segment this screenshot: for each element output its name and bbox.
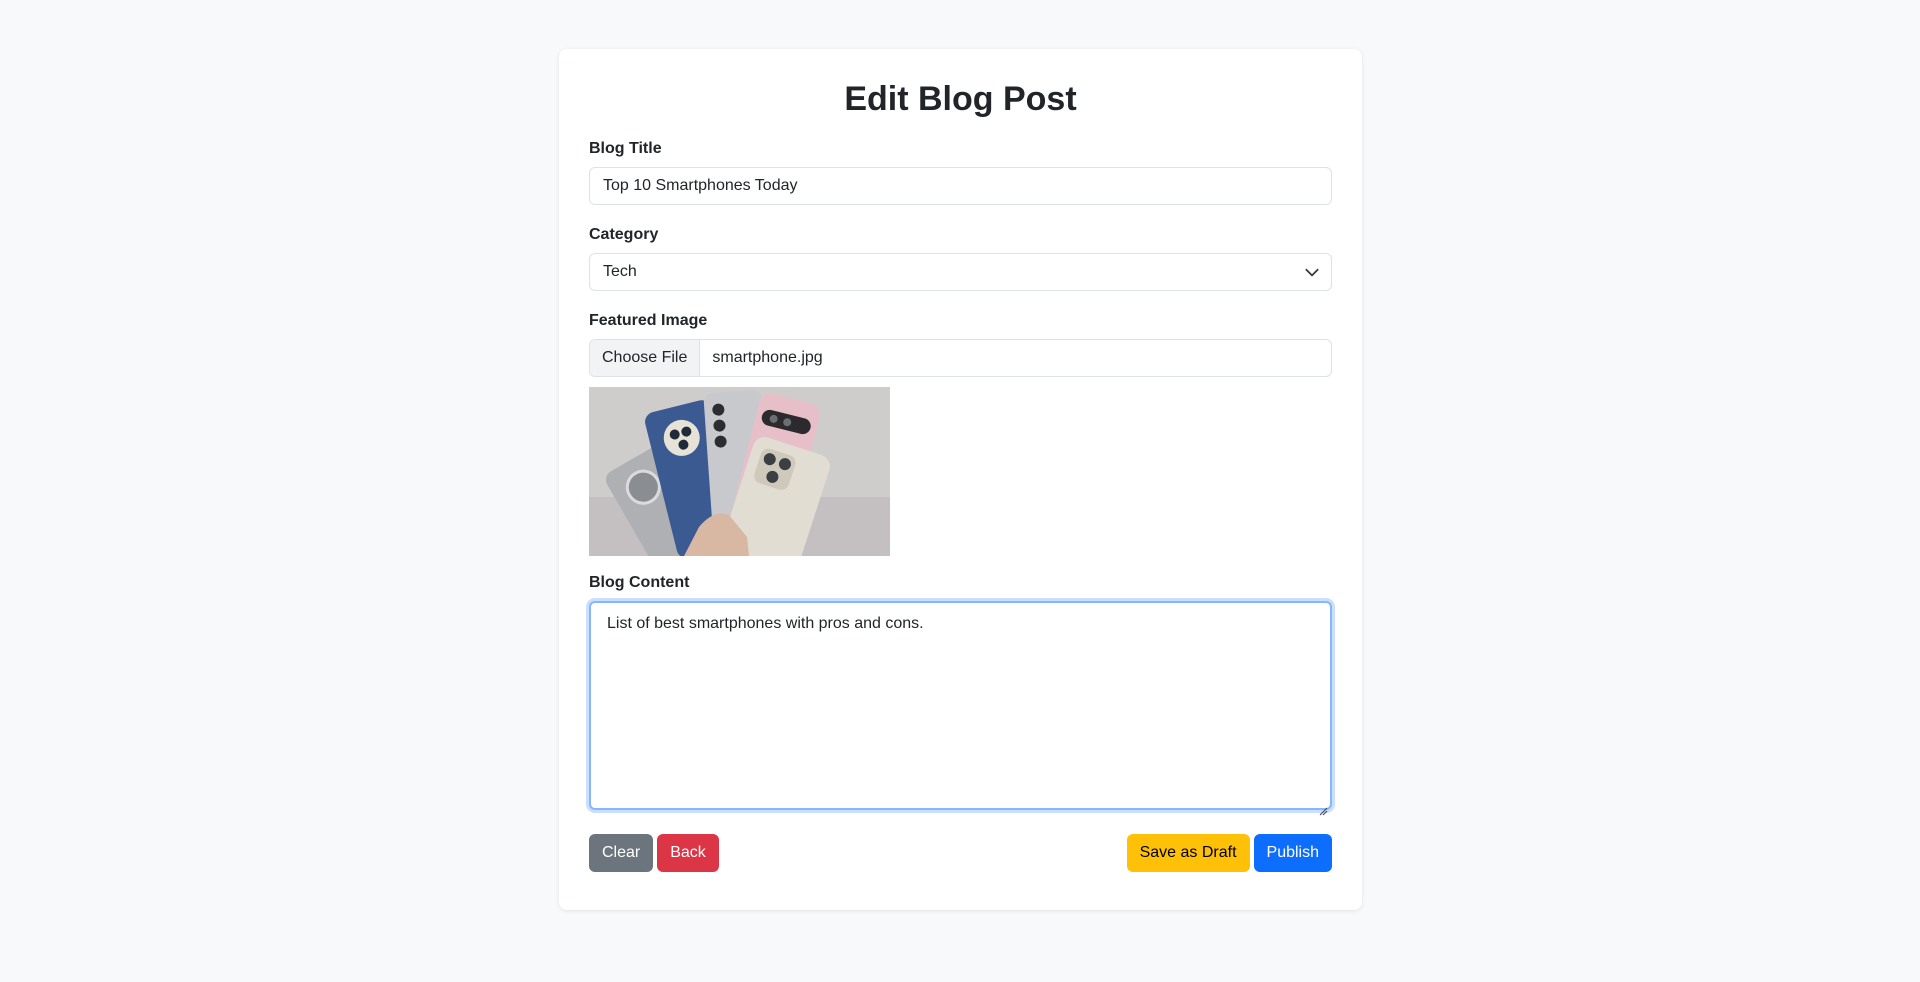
featured-image-label: Featured Image bbox=[589, 312, 708, 329]
resize-handle-icon[interactable] bbox=[1318, 806, 1328, 816]
category-select[interactable]: Tech bbox=[589, 253, 1332, 291]
category-label: Category bbox=[589, 226, 659, 243]
edit-post-card: Edit Blog Post Blog Title Top 10 Smartph… bbox=[559, 49, 1362, 910]
category-group: Category Tech bbox=[589, 223, 1332, 291]
content-group: Blog Content List of best smartphones wi… bbox=[589, 571, 1332, 810]
back-button[interactable]: Back bbox=[657, 834, 719, 872]
featured-image-file-input[interactable]: Choose File smartphone.jpg bbox=[589, 339, 1332, 377]
page-title: Edit Blog Post bbox=[844, 80, 1077, 118]
publish-button[interactable]: Publish bbox=[1253, 834, 1332, 872]
featured-image-preview bbox=[589, 387, 890, 556]
blog-content-textarea[interactable]: List of best smartphones with pros and c… bbox=[589, 601, 1332, 810]
blog-title-input[interactable]: Top 10 Smartphones Today bbox=[589, 167, 1332, 205]
left-actions: Clear Back bbox=[589, 834, 719, 872]
clear-button[interactable]: Clear bbox=[589, 834, 654, 872]
save-draft-button[interactable]: Save as Draft bbox=[1126, 834, 1250, 872]
right-actions: Save as Draft Publish bbox=[1126, 834, 1332, 872]
category-selected-value: Tech bbox=[603, 263, 637, 280]
title-group: Blog Title Top 10 Smartphones Today bbox=[589, 137, 1332, 205]
choose-file-button[interactable]: Choose File bbox=[590, 340, 701, 376]
form-actions: Clear Back Save as Draft Publish bbox=[589, 834, 1332, 872]
file-name: smartphone.jpg bbox=[712, 349, 823, 366]
blog-content-label: Blog Content bbox=[589, 574, 690, 591]
featured-image-group: Featured Image Choose File smartphone.jp… bbox=[589, 309, 1332, 556]
chevron-down-icon bbox=[1305, 268, 1319, 277]
blog-title-label: Blog Title bbox=[589, 140, 662, 157]
